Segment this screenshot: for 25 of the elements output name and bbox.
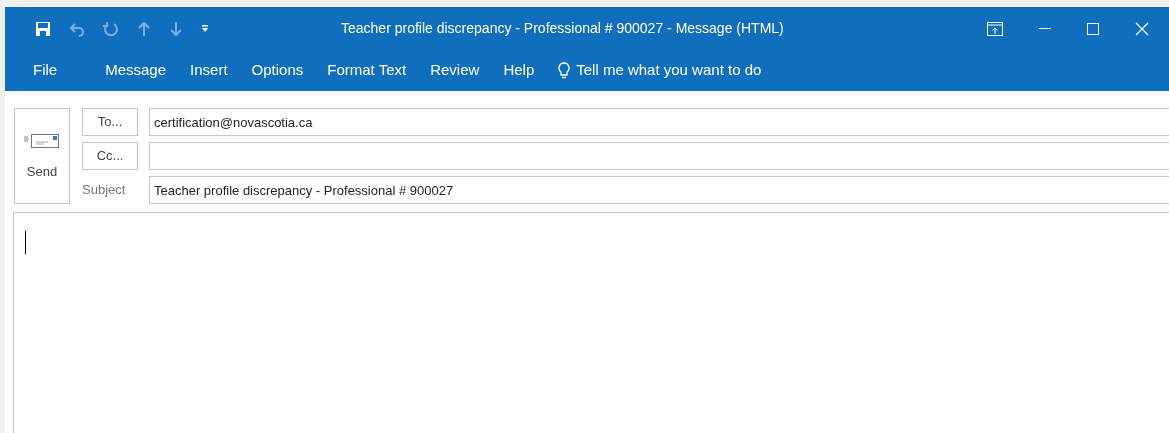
ribbon-tab[interactable]: Options (241, 56, 314, 85)
tell-me-field[interactable]: Tell me what you want to do (558, 59, 807, 82)
ribbon-tab[interactable]: Insert (180, 56, 238, 85)
lightbulb-icon (558, 61, 571, 80)
text-cursor (25, 231, 26, 254)
ribbon-display-icon[interactable] (987, 21, 1003, 36)
cc-button[interactable]: Cc... (82, 142, 138, 170)
close-icon[interactable] (1135, 21, 1149, 36)
maximize-icon[interactable] (1087, 22, 1099, 35)
to-button[interactable]: To... (82, 108, 138, 136)
ribbon-tab[interactable]: Message (95, 56, 177, 85)
ribbon-tab[interactable]: File (29, 56, 62, 85)
ribbon-tab[interactable]: Review (420, 56, 490, 85)
subject-field[interactable]: Teacher profile discrepancy - Professional # 900027 (149, 176, 1169, 204)
to-field[interactable]: certification@novascotia.ca (149, 108, 1169, 136)
ribbon-tab[interactable]: Format Text (317, 56, 417, 85)
subject-label: Subject (82, 181, 127, 200)
customize-icon[interactable] (201, 24, 209, 33)
minimize-icon[interactable] (1039, 27, 1051, 30)
send-button[interactable]: Send (14, 108, 70, 204)
save-icon[interactable] (35, 20, 51, 37)
window-title: Teacher profile discrepancy - Professional # 900027 - Message (HTML) (341, 19, 784, 38)
envelope-icon (24, 133, 60, 149)
cc-field[interactable] (149, 142, 1169, 170)
ribbon-tab[interactable]: Help (493, 56, 545, 85)
